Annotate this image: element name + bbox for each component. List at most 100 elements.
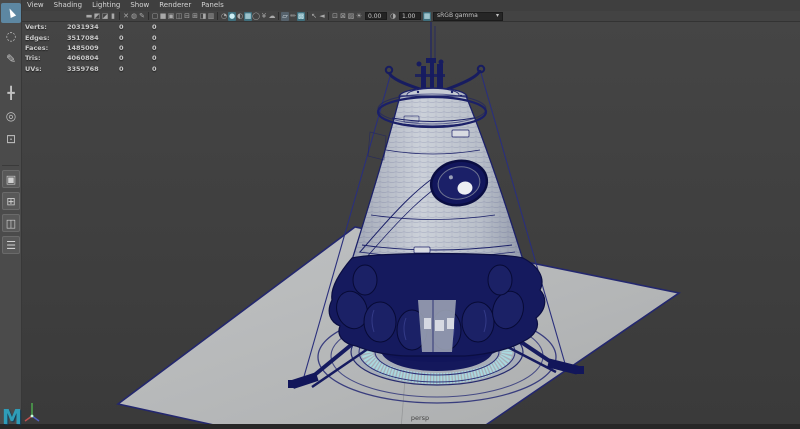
toolbar-separator [217,12,218,20]
grease-pencil-icon[interactable]: ▬ [85,12,93,21]
heads-up-display: Verts:203193400Edges:351708400Faces:1485… [25,22,185,74]
hud-col1: 0 [119,44,152,52]
menu-show[interactable]: Show [130,0,149,11]
menu-lighting[interactable]: Lighting [92,0,120,11]
layout-four-pane[interactable]: ⊞ [2,192,20,210]
lighting-effects: ◔●◐▦◯¥☁ [220,12,276,21]
menu-renderer[interactable]: Renderer [159,0,191,11]
viewport-panel: View Shading Lighting Show Renderer Panels ▬◩… [22,0,800,429]
ambient-occlusion-icon[interactable]: ▦ [244,12,252,21]
paste-buffer-icon[interactable]: ⊠ [339,12,347,21]
joint-xray-icon[interactable]: ✕ [122,12,130,21]
hud-col2: 0 [152,54,185,62]
layout-outliner[interactable]: ☰ [2,236,20,254]
menu-view[interactable]: View [27,0,44,11]
light-icon[interactable]: ¥ [260,12,268,21]
move-tool[interactable]: ╋ [1,83,21,103]
hud-col2: 0 [152,44,185,52]
shadows-icon[interactable]: ◐ [236,12,244,21]
menu-shading[interactable]: Shading [54,0,82,11]
hud-row-edges: Edges:351708400 [25,32,185,42]
hud-label: UVs: [25,65,67,73]
isolate-select-icon[interactable]: ↖ [310,12,318,21]
hud-col2: 0 [152,34,185,42]
perspective-viewport[interactable]: Verts:203193400Edges:351708400Faces:1485… [22,22,800,429]
lasso-tool-icon: ◌ [6,29,16,43]
smooth-shade-mode-icon[interactable]: ■ [159,12,167,21]
hud-value: 2031934 [67,23,119,31]
toolbar-separator [328,12,329,20]
view-transform-dropdown[interactable]: sRGB gamma ▾ [433,12,503,21]
hud-col1: 0 [119,23,152,31]
paint-select-tool-icon: ✎ [6,52,16,66]
bounding-box-mode-icon[interactable]: ▣ [167,12,175,21]
layout-single-pane[interactable]: ▣ [2,170,20,188]
gamma-icon[interactable]: ◑ [389,12,397,21]
image-plane-icon[interactable]: ▮ [109,12,117,21]
prev-bookmark-icon[interactable]: ◩ [93,12,101,21]
bottom-edge-strip [0,424,800,429]
fog-icon[interactable]: ☁ [268,12,276,21]
next-bookmark-icon[interactable]: ◪ [101,12,109,21]
exposure-field[interactable]: 0.00 [365,12,387,20]
rotate-tool[interactable]: ◎ [1,106,21,126]
view-axis-gizmo [23,400,41,424]
toolbar-separator [148,12,149,20]
backface-culling-icon[interactable]: ◨ [199,12,207,21]
shaded-wireframe-icon[interactable]: ⊞ [191,12,199,21]
panel-menubar: View Shading Lighting Show Renderer Panels [22,0,800,11]
hud-col1: 0 [119,65,152,73]
wireframe-on-shaded-icon[interactable]: ✎ [138,12,146,21]
color-managed-icon[interactable]: ▦ [423,12,431,21]
isolate: ↖◄ [310,12,326,21]
xray-tools: ✕◍✎ [122,12,146,21]
hud-label: Tris: [25,54,67,62]
hud-row-verts: Verts:203193400 [25,22,185,32]
hud-label: Verts: [25,23,67,31]
textured-mode-icon[interactable]: ◫ [175,12,183,21]
hud-col1: 0 [119,34,152,42]
exposure-icon[interactable]: ☀ [355,12,363,21]
sidebar-separator [2,165,19,166]
paint-select-tool[interactable]: ✎ [1,49,21,69]
hud-value: 1485009 [67,44,119,52]
scale-tool[interactable]: ⊡ [1,129,21,149]
smooth-mesh-icon[interactable]: ▥ [207,12,215,21]
toolbar-separator [278,12,279,20]
hud-label: Edges: [25,34,67,42]
hud-value: 3359768 [67,65,119,73]
select-paint: ▱✏▩ [281,12,305,21]
use-all-lights-icon[interactable]: ◔ [220,12,228,21]
move-tool-icon: ╋ [7,86,14,100]
snapshot-icon[interactable]: ▨ [347,12,355,21]
hud-row-uvs: UVs:335976800 [25,64,185,74]
motion-blur-icon[interactable]: ◯ [252,12,260,21]
copy-buffer-icon[interactable]: ⊡ [331,12,339,21]
hud-value: 4060804 [67,54,119,62]
layout-split-pane[interactable]: ◫ [2,214,20,232]
maya-window: ► ◌ ✎ ╋ ◎ ⊡ ▣ ⊞ ◫ ☰ View Shading Lighting Show Render… [0,0,800,429]
shading-modes: ▢■▣◫⊟⊞◨▥ [151,12,215,21]
hud-label: Faces: [25,44,67,52]
camera-tools: ▬◩◪▮ [85,12,117,21]
isolate-add-icon[interactable]: ◄ [318,12,326,21]
default-light-icon[interactable]: ● [228,12,236,21]
use-default-material-icon[interactable]: ⊟ [183,12,191,21]
hud-row-tris: Tris:406080400 [25,53,185,63]
toolbox-sidebar: ► ◌ ✎ ╋ ◎ ⊡ ▣ ⊞ ◫ ☰ [0,0,22,429]
gamma-field[interactable]: 1.00 [399,12,421,20]
scale-tool-icon: ⊡ [6,132,16,146]
maya-logo: M [2,405,22,429]
menu-panels[interactable]: Panels [201,0,224,11]
buffers: ⊡⊠▨ [331,12,355,21]
wireframe-mode-icon[interactable]: ▢ [151,12,159,21]
xray-icon[interactable]: ◍ [130,12,138,21]
select-tool[interactable]: ► [1,3,21,23]
paint-effects-icon[interactable]: ✏ [289,12,297,21]
grid-display-icon[interactable]: ▩ [297,12,305,21]
view-transform-value: sRGB gamma [437,12,478,20]
lasso-tool[interactable]: ◌ [1,26,21,46]
hud-col2: 0 [152,65,185,73]
toolbar-separator [307,12,308,20]
plane-select-icon[interactable]: ▱ [281,12,289,21]
